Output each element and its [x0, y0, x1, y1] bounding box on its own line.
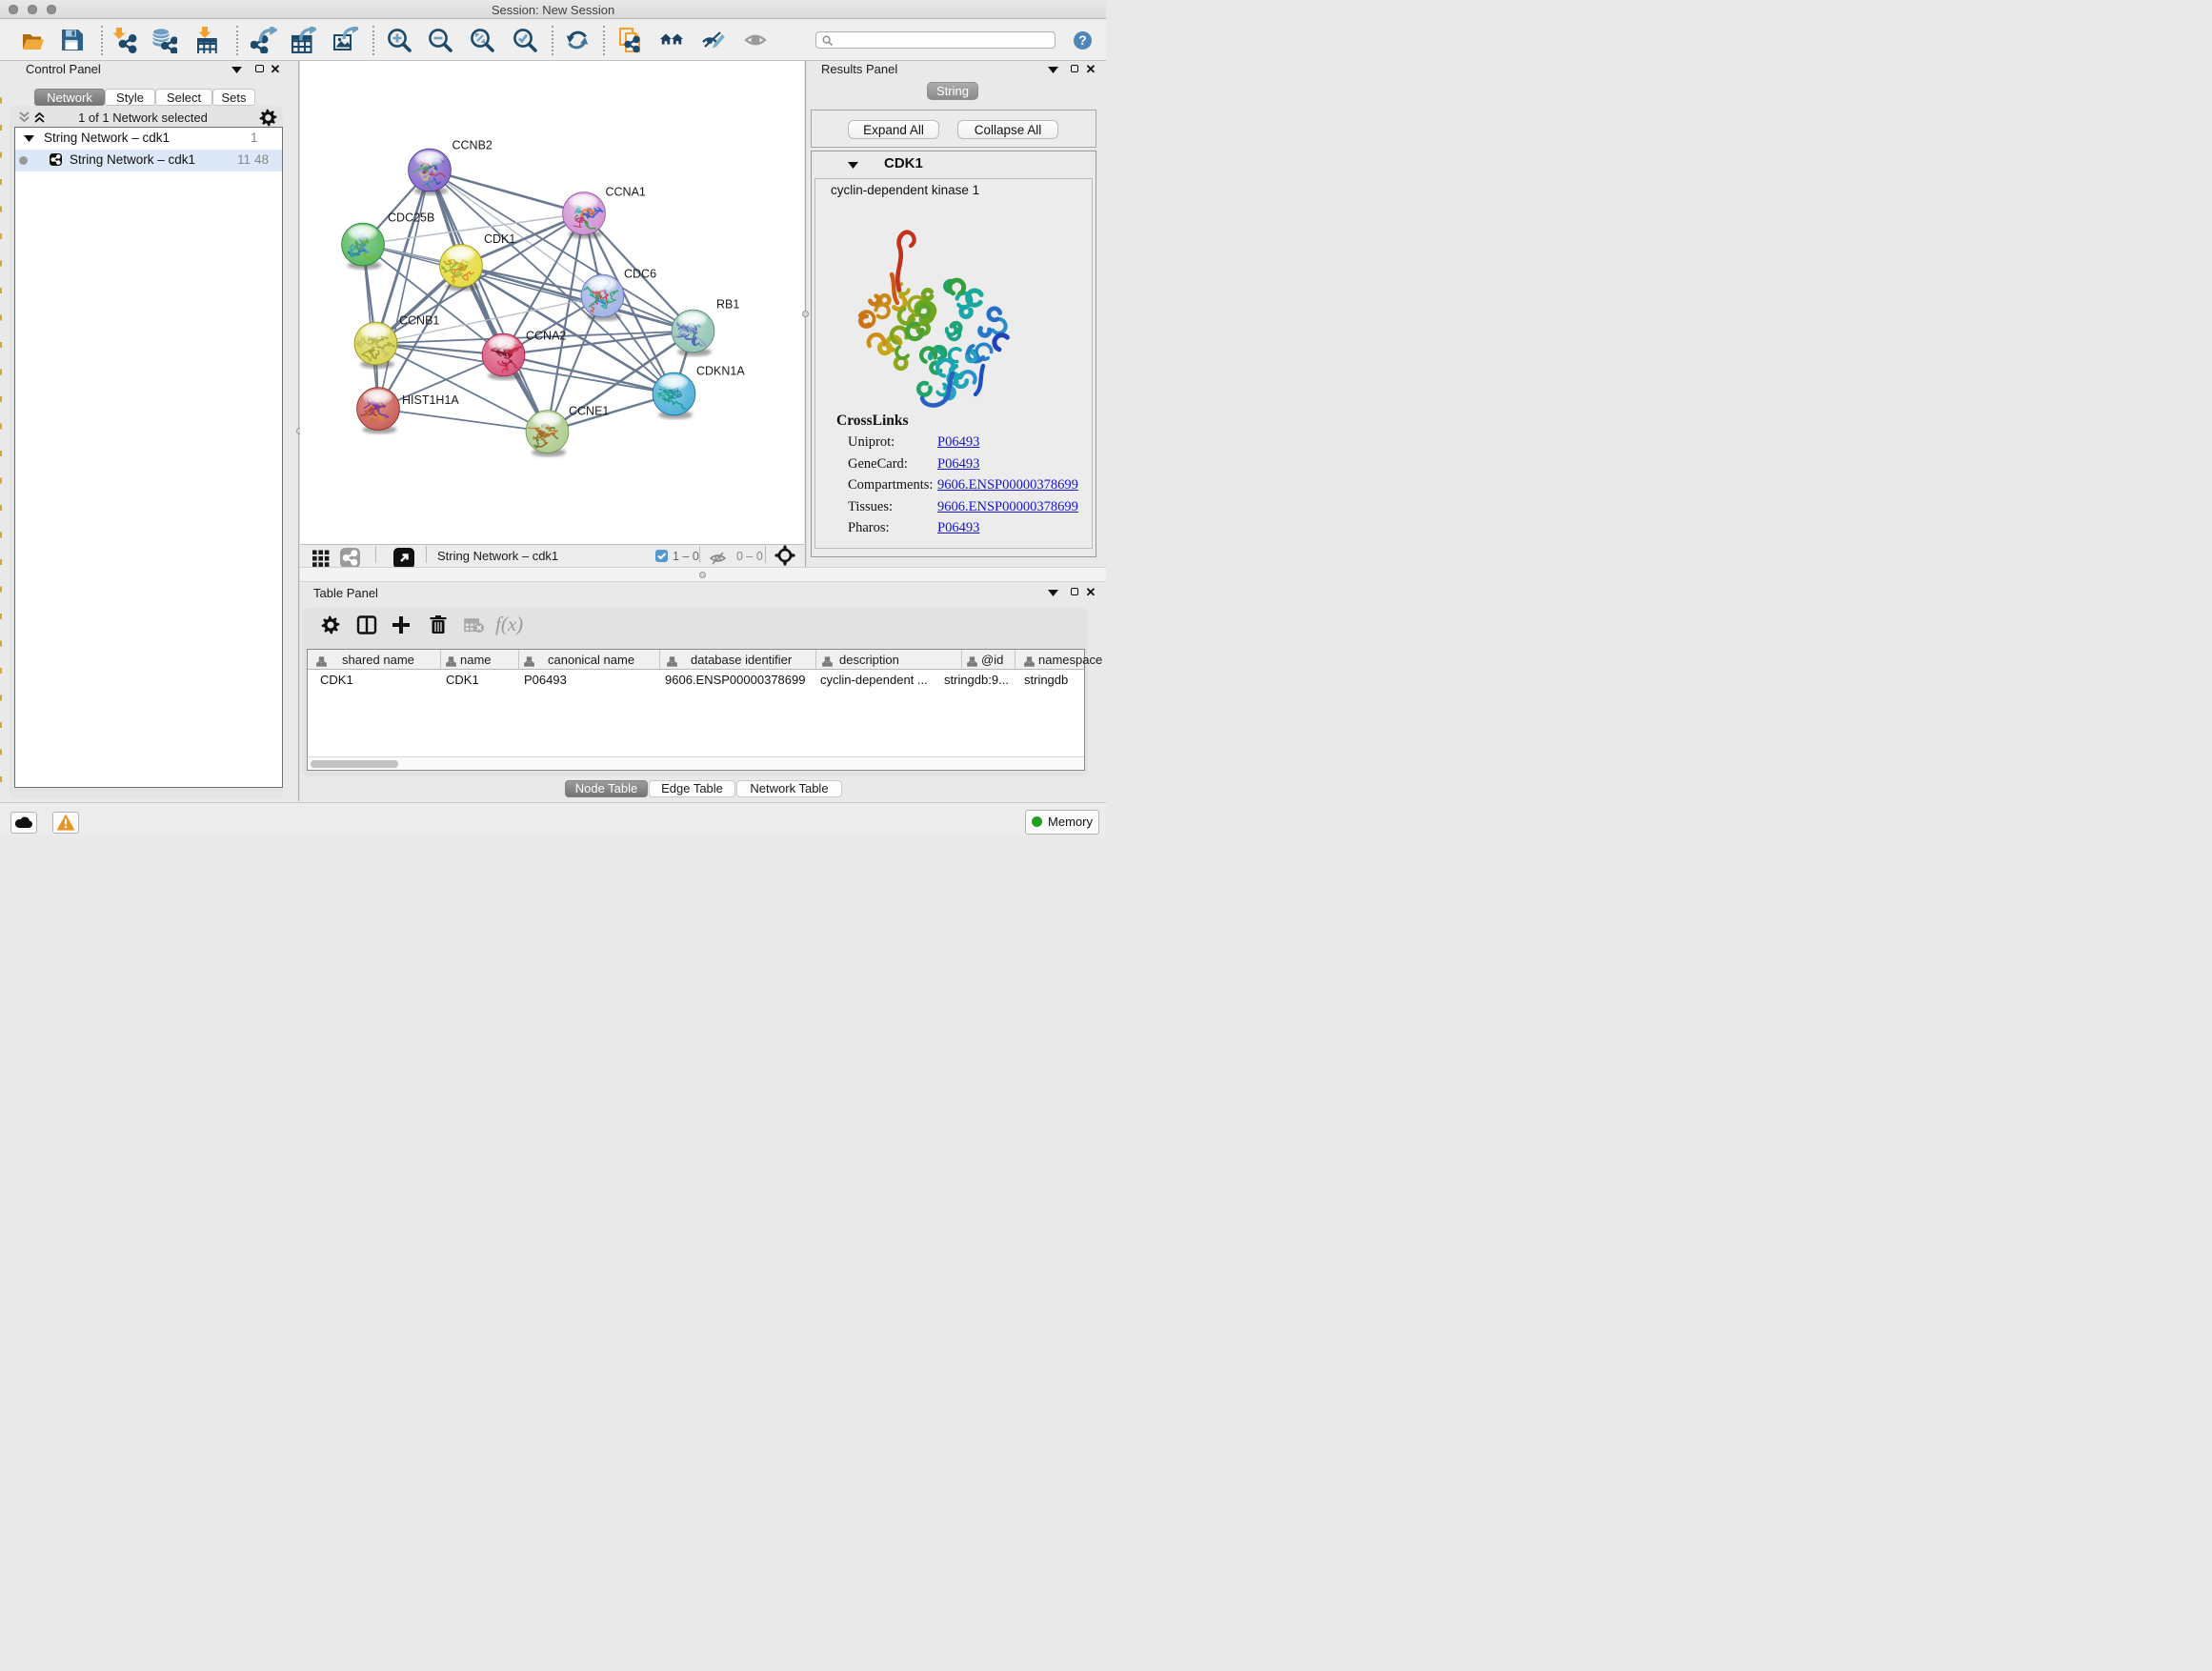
svg-text:CCNA1: CCNA1 — [606, 185, 646, 198]
svg-text:CDC25B: CDC25B — [388, 211, 434, 224]
svg-text:CDKN1A: CDKN1A — [696, 364, 745, 377]
svg-text:CCNB2: CCNB2 — [452, 138, 493, 151]
svg-text:RB1: RB1 — [716, 297, 739, 311]
svg-text:HIST1H1A: HIST1H1A — [402, 393, 459, 407]
svg-text:CCNE1: CCNE1 — [569, 404, 609, 417]
svg-text:CDK1: CDK1 — [484, 232, 515, 246]
svg-text:CCNA2: CCNA2 — [526, 329, 566, 342]
svg-text:CCNB1: CCNB1 — [399, 313, 439, 327]
svg-text:CDC6: CDC6 — [624, 267, 656, 280]
